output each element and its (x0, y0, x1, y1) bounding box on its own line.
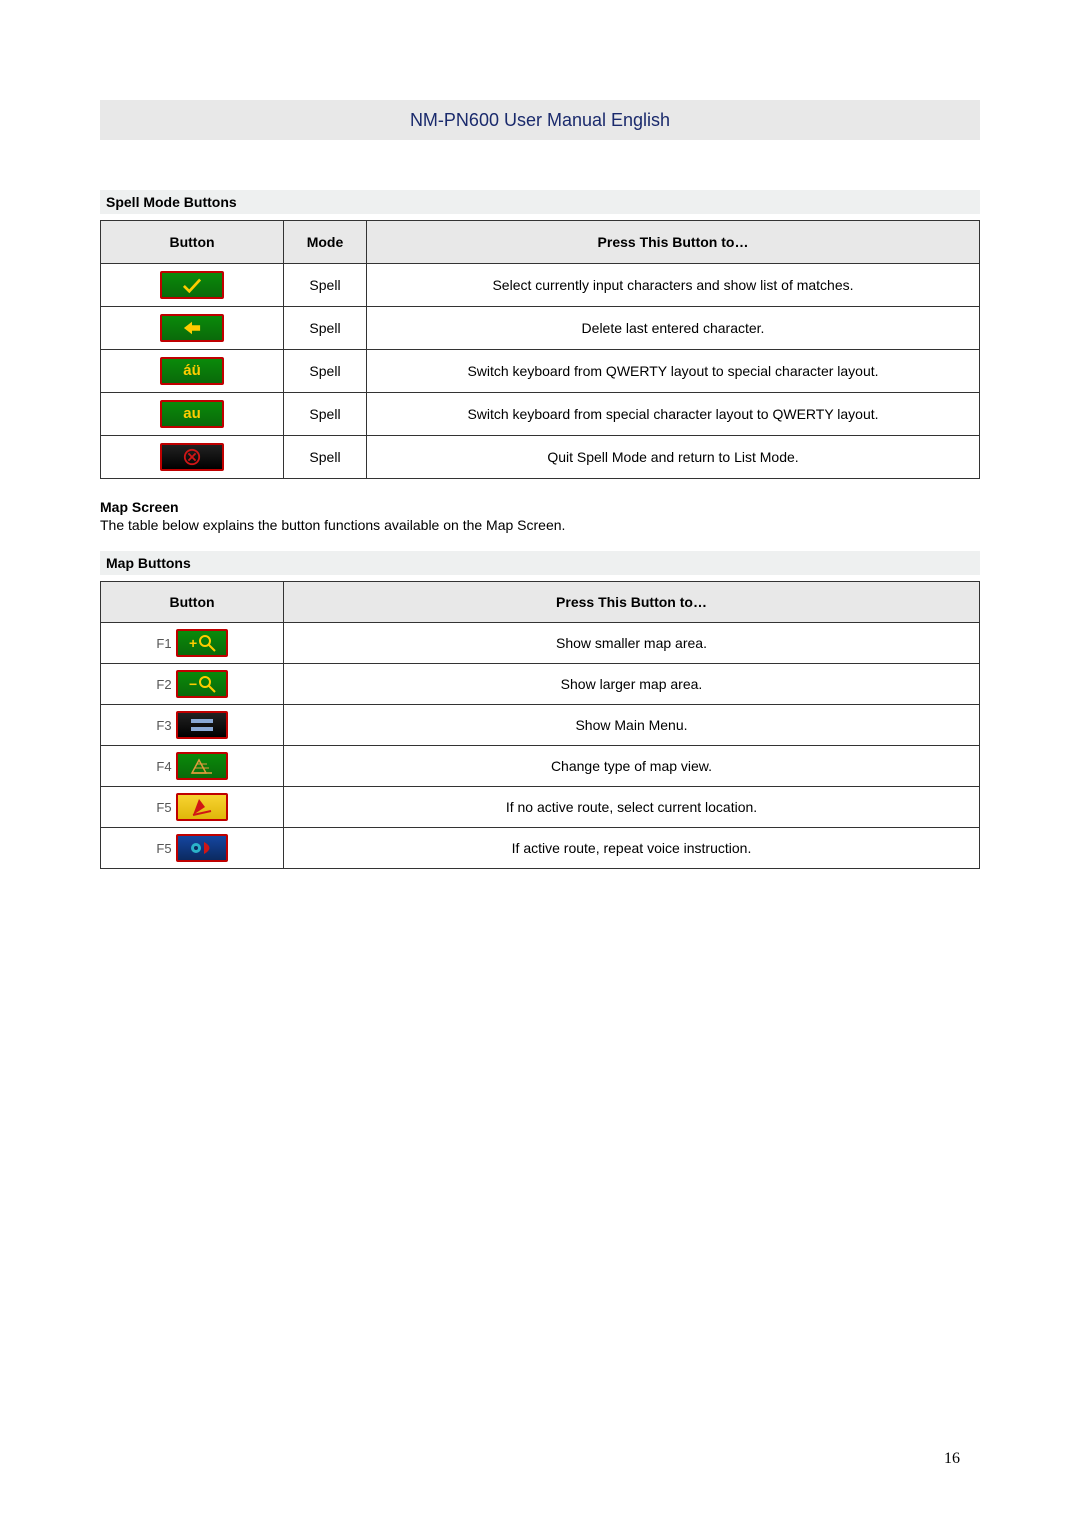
fkey-label: F5 (156, 800, 171, 815)
voice-repeat-icon[interactable] (176, 834, 228, 862)
fkey-label: F3 (156, 718, 171, 733)
map-main-menu-cell: F3 (101, 705, 284, 746)
mode-cell: Spell (284, 350, 367, 393)
spell-buttons-table: Button Mode Press This Button to… Spell … (100, 220, 980, 479)
spell-back-button-cell (101, 307, 284, 350)
desc-cell: Switch keyboard from QWERTY layout to sp… (367, 350, 980, 393)
map-select-location-cell: F5 (101, 787, 284, 828)
mode-cell: Spell (284, 393, 367, 436)
fkey-label: F5 (156, 841, 171, 856)
desc-cell: Delete last entered character. (367, 307, 980, 350)
back-arrow-icon[interactable] (160, 314, 224, 342)
map-screen-heading: Map Screen (100, 499, 980, 515)
col-button: Button (101, 221, 284, 264)
table-row: au Spell Switch keyboard from special ch… (101, 393, 980, 436)
desc-cell: Show larger map area. (284, 664, 980, 705)
desc-cell: Select currently input characters and sh… (367, 264, 980, 307)
table-row: F3 Show Main Menu. (101, 705, 980, 746)
table-row: F5 If active route, repeat voice instruc… (101, 828, 980, 869)
svg-text:+: + (189, 635, 197, 651)
col-mode: Mode (284, 221, 367, 264)
table-row: Spell Delete last entered character. (101, 307, 980, 350)
spell-qwerty-button-cell: au (101, 393, 284, 436)
page-number: 16 (944, 1450, 960, 1468)
map-repeat-voice-cell: F5 (101, 828, 284, 869)
mode-cell: Spell (284, 264, 367, 307)
quit-x-icon[interactable] (160, 443, 224, 471)
au-plain-icon[interactable]: au (160, 400, 224, 428)
main-menu-icon[interactable] (176, 711, 228, 739)
fkey-label: F4 (156, 759, 171, 774)
table-row: Spell Quit Spell Mode and return to List… (101, 436, 980, 479)
desc-cell: Change type of map view. (284, 746, 980, 787)
table-row: F5 If no active route, select current lo… (101, 787, 980, 828)
table-row: F2 − Show larger map area. (101, 664, 980, 705)
map-buttons-heading: Map Buttons (100, 551, 980, 575)
zoom-in-icon[interactable]: + (176, 629, 228, 657)
table-header-row: Button Press This Button to… (101, 582, 980, 623)
svg-text:−: − (189, 676, 197, 692)
manual-page: NM-PN600 User Manual English Spell Mode … (0, 0, 1080, 929)
desc-cell: Show smaller map area. (284, 623, 980, 664)
desc-cell: Switch keyboard from special character l… (367, 393, 980, 436)
desc-cell: Show Main Menu. (284, 705, 980, 746)
fkey-label: F1 (156, 636, 171, 651)
mode-cell: Spell (284, 436, 367, 479)
map-view-icon[interactable] (176, 752, 228, 780)
desc-cell: Quit Spell Mode and return to List Mode. (367, 436, 980, 479)
table-row: F1 + Show smaller map area. (101, 623, 980, 664)
map-zoom-in-cell: F1 + (101, 623, 284, 664)
map-zoom-out-cell: F2 − (101, 664, 284, 705)
map-buttons-table: Button Press This Button to… F1 + (100, 581, 980, 869)
page-header: NM-PN600 User Manual English (100, 100, 980, 140)
map-view-type-cell: F4 (101, 746, 284, 787)
fkey-label: F2 (156, 677, 171, 692)
col-button: Button (101, 582, 284, 623)
spell-check-button-cell (101, 264, 284, 307)
map-screen-intro: The table below explains the button func… (100, 517, 980, 533)
col-press: Press This Button to… (367, 221, 980, 264)
table-header-row: Button Mode Press This Button to… (101, 221, 980, 264)
table-row: Spell Select currently input characters … (101, 264, 980, 307)
table-row: F4 Change type of map view. (101, 746, 980, 787)
au-accent-icon[interactable]: áü (160, 357, 224, 385)
spell-buttons-heading: Spell Mode Buttons (100, 190, 980, 214)
desc-cell: If no active route, select current locat… (284, 787, 980, 828)
check-icon[interactable] (160, 271, 224, 299)
spell-special-chars-button-cell: áü (101, 350, 284, 393)
desc-cell: If active route, repeat voice instructio… (284, 828, 980, 869)
location-pin-icon[interactable] (176, 793, 228, 821)
col-press: Press This Button to… (284, 582, 980, 623)
spell-quit-button-cell (101, 436, 284, 479)
mode-cell: Spell (284, 307, 367, 350)
zoom-out-icon[interactable]: − (176, 670, 228, 698)
table-row: áü Spell Switch keyboard from QWERTY lay… (101, 350, 980, 393)
